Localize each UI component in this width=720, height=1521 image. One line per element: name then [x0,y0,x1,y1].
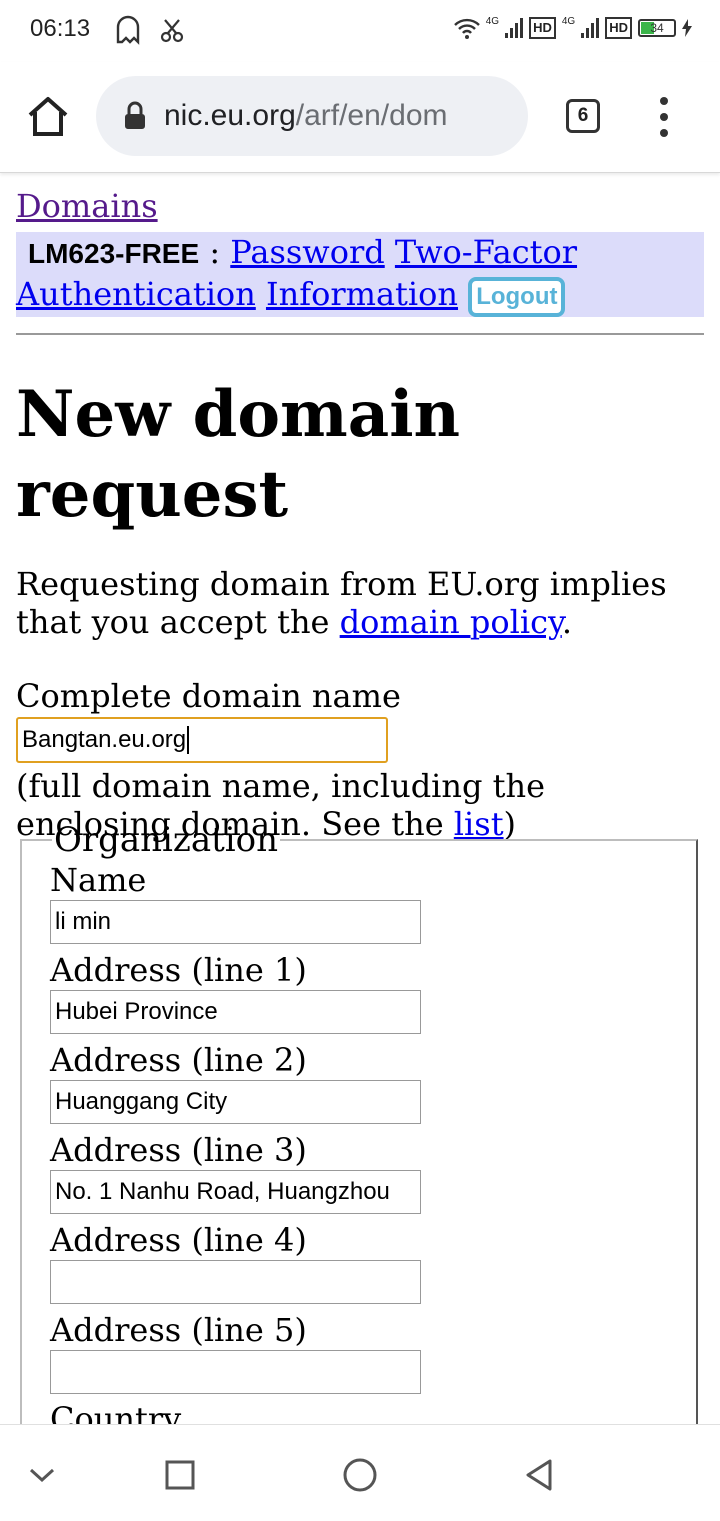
square-icon[interactable] [160,1455,200,1495]
text-caret [187,726,190,755]
circle-icon[interactable] [340,1455,380,1495]
domain-name-input[interactable]: Bangtan.eu.org [16,716,388,763]
password-link[interactable]: Password [230,233,384,271]
information-link[interactable]: Information [266,275,458,313]
home-icon[interactable] [26,94,70,138]
hd-badge-1: HD [529,16,556,39]
page-title: New domain request [16,376,461,532]
scissors-icon [160,19,184,43]
user-separator: : [199,233,231,271]
address-line-4-input[interactable] [50,1260,421,1304]
back-triangle-icon[interactable] [520,1455,560,1495]
field-label: Name [50,861,147,899]
divider [16,332,704,335]
wifi-icon [453,18,480,39]
url-path: /arf/en/dom [295,99,448,132]
page-content: Domains LM623-FREE : Password Two-Factor… [16,180,704,1520]
tab-count: 6 [577,105,589,126]
address-line-2-input[interactable]: Huanggang City [50,1080,421,1124]
logout-button[interactable]: Logout [468,276,566,317]
browser-toolbar: nic.eu.org/arf/en/dom 6 [0,62,720,173]
field-address-4: Address (line 4) [50,1220,696,1304]
address-bar[interactable]: nic.eu.org/arf/en/dom [96,76,528,156]
field-label: Address (line 1) [50,951,307,989]
user-handle: LM623-FREE [28,238,200,269]
address-line-3-input[interactable]: No. 1 Nanhu Road, Huangzhou [50,1170,421,1214]
status-time: 06:13 [30,15,91,42]
signal-icon [505,17,524,38]
field-label: Address (line 5) [50,1311,307,1349]
domain-name-value: Bangtan.eu.org [22,725,187,753]
battery-percent: 34 [650,20,664,35]
domains-link[interactable]: Domains [16,186,704,226]
url-host: nic.eu.org [164,99,296,132]
intro-end: . [561,602,572,641]
ghost-icon [116,15,140,45]
lock-icon [125,101,145,129]
charging-icon [682,18,692,37]
intro-paragraph: Requesting domain from EU.org implies th… [16,565,704,641]
field-address-1: Address (line 1) Hubei Province [50,950,696,1034]
address-line-1-input[interactable]: Hubei Province [50,990,421,1034]
field-label: Address (line 2) [50,1041,307,1079]
network-type-1: 4G [485,16,500,27]
chevron-down-icon[interactable] [22,1455,62,1495]
domain-name-label: Complete domain name [16,676,401,715]
tabs-button[interactable]: 6 [566,99,600,133]
battery-icon: 34 [638,18,676,37]
network-type-2: 4G [561,16,576,27]
address-line-5-input[interactable] [50,1350,421,1394]
field-address-3: Address (line 3) No. 1 Nanhu Road, Huang… [50,1130,696,1214]
user-bar: LM623-FREE : Password Two-Factor Authent… [16,232,704,317]
organization-fieldset: Organization Name li min Address (line 1… [20,820,698,1520]
overflow-menu-icon[interactable] [652,97,676,137]
organization-legend: Organization [54,820,279,860]
field-name: Name li min [50,860,696,944]
url-text: nic.eu.org/arf/en/dom [164,99,448,133]
signal-icon [581,17,600,38]
field-label: Address (line 4) [50,1221,307,1259]
field-address-2: Address (line 2) Huanggang City [50,1040,696,1124]
name-input[interactable]: li min [50,900,421,944]
domain-policy-link[interactable]: domain policy [340,603,562,641]
hd-badge-2: HD [605,16,632,39]
system-navigation-bar [0,1424,720,1521]
field-address-5: Address (line 5) [50,1310,696,1394]
status-bar: 06:13 4G HD 4G HD 34 [0,0,720,62]
field-label: Address (line 3) [50,1131,307,1169]
